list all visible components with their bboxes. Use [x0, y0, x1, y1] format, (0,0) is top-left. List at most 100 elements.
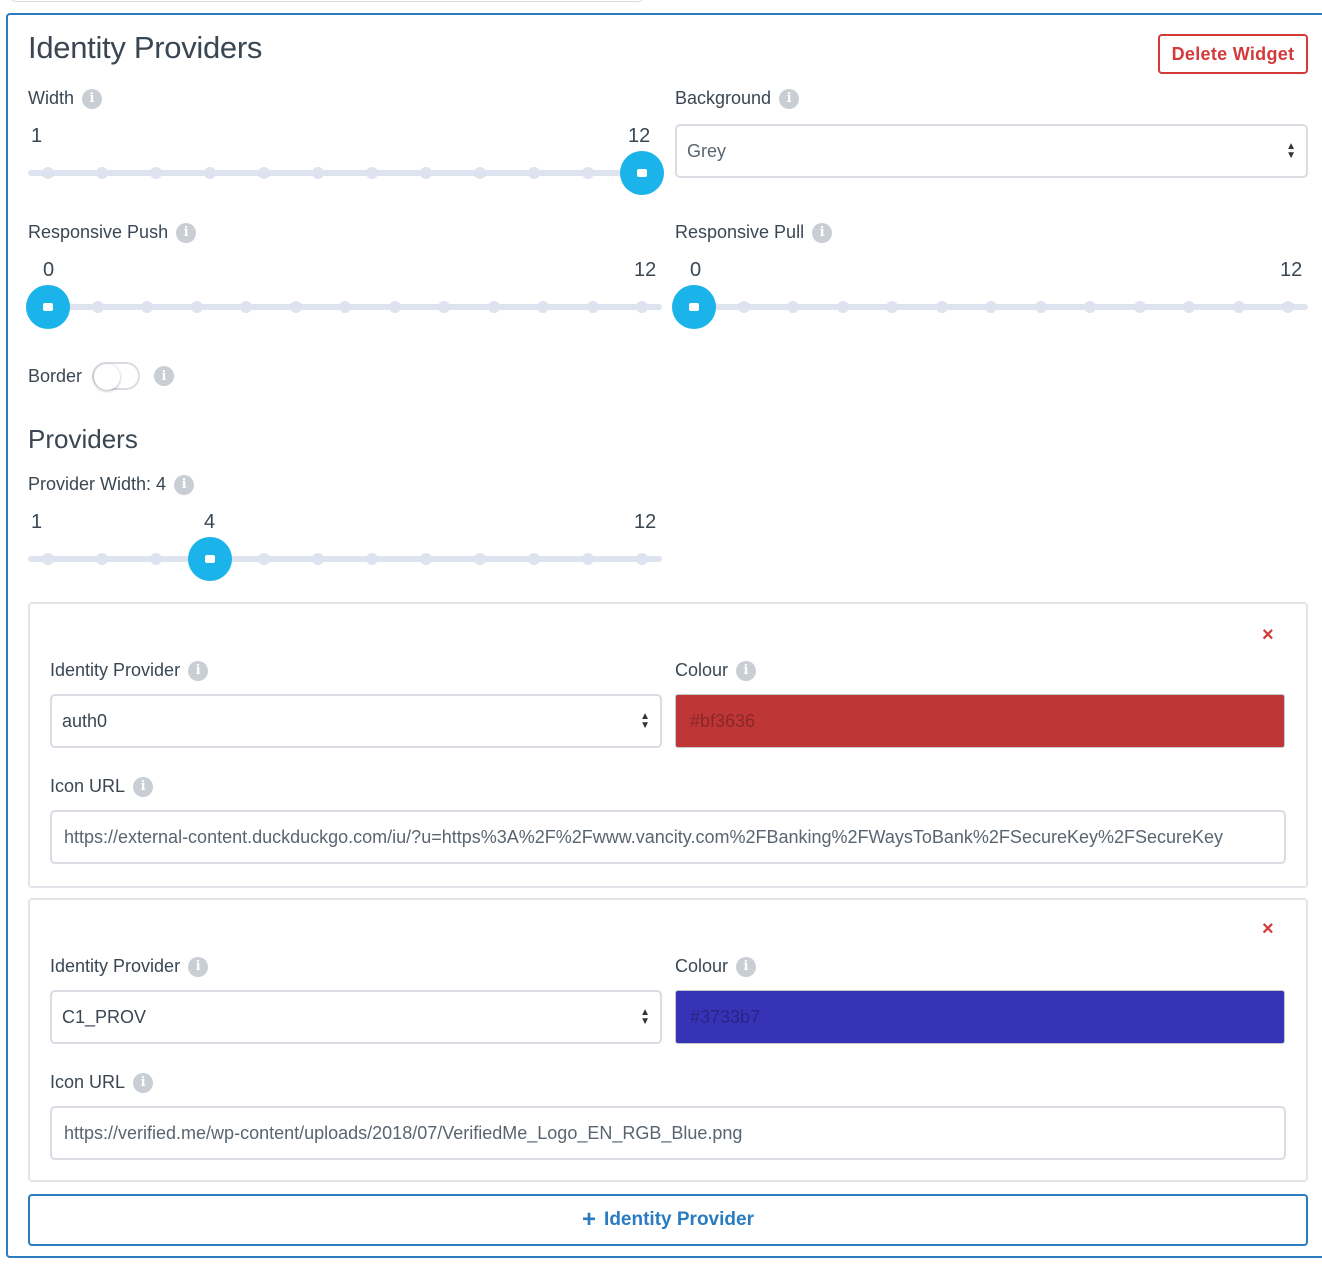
slider-step-dot — [886, 301, 898, 313]
info-icon[interactable]: i — [736, 956, 757, 977]
slider-step-dot — [438, 301, 450, 313]
colour-label: Colour — [675, 660, 729, 680]
background-label: Background — [675, 88, 772, 108]
slider-step-dot — [582, 553, 594, 565]
slider-step-dot — [420, 167, 432, 179]
icon-url-label-row: Icon URL i — [50, 776, 154, 797]
colour-input[interactable]: #bf3636 — [675, 694, 1285, 748]
close-icon[interactable]: × — [1262, 918, 1274, 941]
border-toggle[interactable] — [92, 362, 141, 390]
info-icon[interactable]: i — [174, 474, 195, 495]
updown-icon: ▲ ▼ — [640, 1007, 650, 1027]
width-slider[interactable] — [28, 151, 664, 195]
responsive-push-min-label: 0 — [43, 259, 55, 281]
slider-step-dot — [312, 167, 324, 179]
border-label: Border — [28, 365, 83, 386]
colour-label-row: Colour i — [675, 660, 757, 681]
info-icon[interactable]: i — [133, 1072, 154, 1093]
border-row: Border i — [28, 362, 175, 390]
responsive-pull-slider[interactable] — [672, 285, 1308, 329]
slider-step-dot — [420, 553, 432, 565]
slider-step-dot — [96, 553, 108, 565]
add-identity-provider-button[interactable]: + Identity Provider — [28, 1194, 1308, 1246]
slider-step-dot — [339, 301, 351, 313]
responsive-push-label-row: Responsive Push i — [28, 222, 197, 243]
slider-step-dot — [474, 167, 486, 179]
slider-step-dot — [636, 301, 648, 313]
providers-heading: Providers — [28, 424, 138, 454]
responsive-pull-label-row: Responsive Pull i — [675, 222, 833, 243]
slider-step-dot — [96, 167, 108, 179]
slider-step-dot — [582, 167, 594, 179]
info-icon[interactable]: i — [82, 88, 103, 109]
width-label: Width — [28, 88, 75, 108]
slider-track — [28, 556, 662, 562]
identity-provider-label: Identity Provider — [50, 660, 181, 680]
responsive-push-slider[interactable] — [26, 285, 662, 329]
slider-handle[interactable] — [620, 151, 664, 195]
info-icon[interactable]: i — [736, 660, 757, 681]
slider-step-dot — [537, 301, 549, 313]
slider-handle[interactable] — [188, 537, 232, 581]
slider-step-dot — [1034, 301, 1047, 313]
slider-handle[interactable] — [672, 285, 716, 329]
info-icon[interactable]: i — [188, 956, 209, 977]
provider-width-label: Provider Width: 4 — [28, 474, 167, 494]
slider-step-dot — [474, 553, 486, 565]
slider-step-dot — [366, 553, 378, 565]
colour-label: Colour — [675, 956, 729, 976]
slider-step-dot — [528, 167, 540, 179]
colour-label-row: Colour i — [675, 956, 757, 977]
icon-url-value: https://verified.me/wp-content/uploads/2… — [64, 1122, 743, 1143]
updown-icon: ▲ ▼ — [640, 711, 650, 731]
info-icon[interactable]: i — [133, 776, 154, 797]
info-icon[interactable]: i — [176, 222, 197, 243]
colour-value: #bf3636 — [690, 710, 756, 731]
background-label-row: Background i — [675, 88, 800, 109]
icon-url-input[interactable]: https://external-content.duckduckgo.com/… — [50, 810, 1286, 864]
responsive-pull-max-label: 12 — [1280, 259, 1303, 281]
slider-step-dot — [258, 553, 270, 565]
identity-provider-value: auth0 — [62, 710, 108, 731]
icon-url-label-row: Icon URL i — [50, 1072, 154, 1093]
provider-label-row: Identity Provider i — [50, 956, 209, 977]
slider-step-dot — [366, 167, 378, 179]
slider-step-dot — [1232, 301, 1245, 313]
delete-widget-button[interactable]: Delete Widget — [1158, 34, 1308, 74]
info-icon[interactable]: i — [779, 88, 800, 109]
slider-step-dot — [388, 301, 401, 313]
colour-input[interactable]: #3733b7 — [675, 990, 1285, 1044]
previous-widget-edge — [10, 0, 644, 2]
slider-step-dot — [586, 301, 599, 313]
slider-step-dot — [190, 301, 203, 313]
slider-step-dot — [528, 553, 540, 565]
add-identity-provider-label: Identity Provider — [604, 1209, 754, 1230]
slider-step-dot — [204, 167, 216, 179]
slider-step-dot — [42, 167, 54, 179]
toggle-knob — [94, 364, 121, 390]
background-select[interactable]: Grey ▲ ▼ — [675, 124, 1308, 178]
identity-provider-select[interactable]: C1_PROV ▲ ▼ — [50, 990, 662, 1044]
slider-step-dot — [1133, 301, 1146, 313]
slider-handle[interactable] — [26, 285, 70, 329]
icon-url-input[interactable]: https://verified.me/wp-content/uploads/2… — [50, 1106, 1286, 1160]
close-icon[interactable]: × — [1262, 624, 1274, 647]
info-icon[interactable]: i — [812, 222, 833, 243]
provider-width-slider[interactable] — [28, 537, 662, 581]
slider-step-dot — [258, 167, 270, 179]
slider-step-dot — [91, 301, 104, 313]
slider-step-dot — [985, 301, 997, 313]
width-max-label: 12 — [628, 125, 651, 147]
provider-label-row: Identity Provider i — [50, 660, 209, 681]
info-icon[interactable]: i — [188, 660, 209, 681]
colour-value: #3733b7 — [690, 1006, 761, 1027]
width-min-label: 1 — [31, 125, 43, 147]
plus-icon: + — [582, 1206, 597, 1233]
slider-step-dot — [935, 301, 948, 313]
slider-step-dot — [787, 301, 799, 313]
slider-step-dot — [1183, 301, 1195, 313]
info-icon[interactable]: i — [154, 366, 175, 386]
identity-provider-select[interactable]: auth0 ▲ ▼ — [50, 694, 662, 748]
slider-step-dot — [312, 553, 324, 565]
slider-step-dot — [150, 553, 162, 565]
